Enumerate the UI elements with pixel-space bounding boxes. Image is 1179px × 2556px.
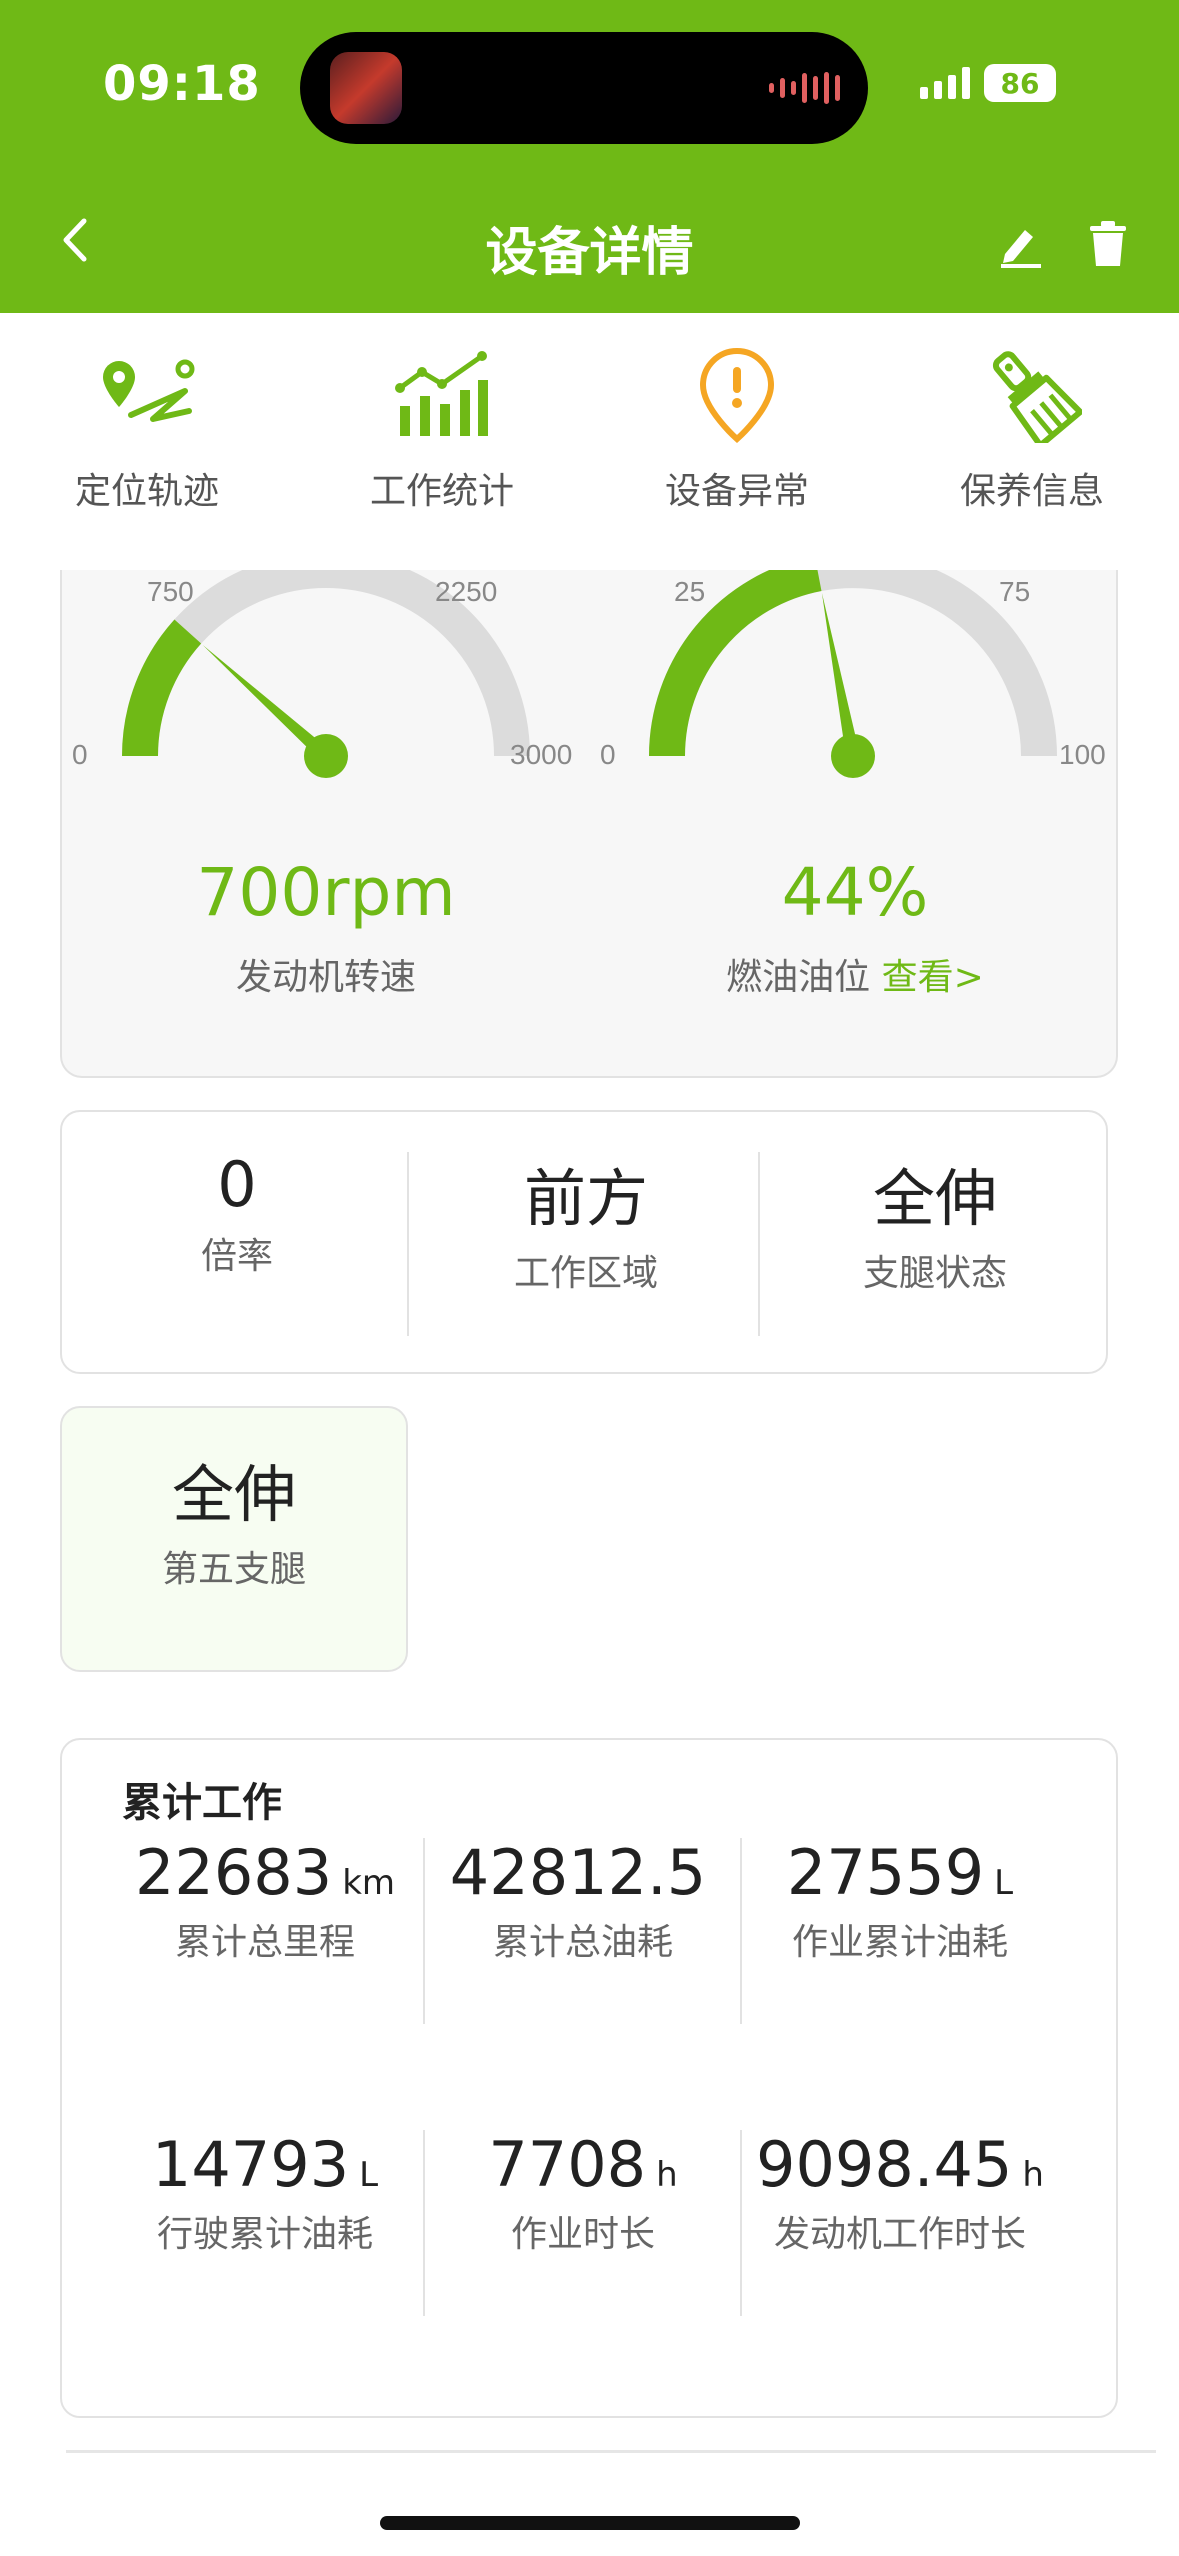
fuel-tick-max: 100 (1059, 739, 1106, 770)
engine-tick-2250: 2250 (435, 576, 497, 607)
fifth-leg-cell: 全伸 第五支腿 (62, 1444, 406, 1592)
fuel-gauge-hub (831, 734, 875, 778)
fuel-gauge-needle (821, 592, 860, 758)
engine-tick-min: 0 (72, 739, 88, 770)
engine-tick-750: 750 (147, 576, 194, 607)
cellular-signal-icon (920, 67, 970, 99)
stat-unit: km (342, 1863, 396, 1903)
stat-total-fuel: 42812.5 累计总油耗 (423, 1836, 743, 1965)
outrigger-status-label: 支腿状态 (862, 1253, 1007, 1294)
status-indicators: 86 (920, 64, 1056, 102)
stat-unit: h (1022, 2155, 1044, 2195)
fuel-level-label-row: 燃油油位 查看> (645, 948, 1065, 1000)
ratio-label: 倍率 (200, 1236, 273, 1277)
fuel-level-value: 44% (781, 854, 929, 931)
trash-icon (1090, 221, 1126, 266)
engine-gauge-fill (122, 619, 202, 757)
quick-action-label: 保养信息 (959, 471, 1104, 512)
stat-label: 发动机工作时长 (773, 2214, 1026, 2255)
quick-action-label: 定位轨迹 (74, 471, 219, 512)
bar-chart-icon (395, 351, 488, 436)
engine-tick-max: 3000 (510, 739, 572, 770)
alert-pin-icon (699, 347, 775, 443)
status-time: 09:18 (103, 56, 261, 112)
fuel-view-link[interactable]: 查看> (882, 957, 984, 998)
fuel-level-label: 燃油油位 (726, 957, 871, 998)
stat-engine-hours: 9098.45 h 发动机工作时长 (740, 2128, 1060, 2257)
quick-action-maintenance[interactable]: 保养信息 (902, 340, 1162, 530)
stat-value: 22683 (134, 1836, 333, 1909)
stat-unit: h (656, 2155, 678, 2195)
gauge-card: 0 750 2250 3000 0 25 75 100 700rpm 发动机转速… (60, 570, 1118, 1078)
edit-button[interactable] (995, 220, 1045, 270)
work-zone-label: 工作区域 (513, 1253, 658, 1294)
stat-driving-fuel: 14793 L 行驶累计油耗 (105, 2128, 425, 2257)
brush-icon (992, 351, 1082, 443)
work-zone-cell: 前方 工作区域 (411, 1148, 761, 1296)
ratio-value: 0 (217, 1148, 257, 1221)
edit-icon (1001, 230, 1041, 268)
bottom-divider (66, 2450, 1156, 2453)
gauges: 0 750 2250 3000 0 25 75 100 (72, 570, 1106, 778)
stat-value: 7708 (488, 2128, 647, 2201)
fuel-tick-min: 0 (600, 739, 616, 770)
stat-value: 14793 (151, 2128, 350, 2201)
engine-gauge-hub (304, 734, 348, 778)
stat-label: 作业累计油耗 (791, 1922, 1008, 1963)
quick-action-work-stats[interactable]: 工作统计 (312, 340, 572, 530)
stat-work-fuel: 27559 L 作业累计油耗 (740, 1836, 1060, 1965)
fifth-leg-label: 第五支腿 (161, 1549, 306, 1590)
ratio-cell: 0 倍率 (62, 1148, 412, 1279)
battery-level: 86 (1000, 66, 1040, 100)
stat-value: 9098.45 (756, 2128, 1013, 2201)
dynamic-island (300, 32, 868, 144)
home-indicator[interactable] (380, 2516, 800, 2530)
quick-action-device-alert[interactable]: 设备异常 (607, 340, 867, 530)
outrigger-status-cell: 全伸 支腿状态 (760, 1148, 1110, 1296)
audio-wave-icon (769, 72, 840, 104)
status-card: 0 倍率 前方 工作区域 全伸 支腿状态 (60, 1110, 1108, 1374)
now-playing-thumbnail[interactable] (330, 52, 402, 124)
quick-action-label: 设备异常 (664, 471, 809, 512)
stat-unit: L (994, 1863, 1014, 1903)
stat-unit: L (359, 2155, 379, 2195)
outrigger-status-value: 全伸 (872, 1162, 997, 1235)
engine-speed-value: 700rpm (196, 854, 456, 931)
stat-total-mileage: 22683 km 累计总里程 (105, 1836, 425, 1965)
quick-action-location-track[interactable]: 定位轨迹 (17, 340, 277, 530)
cumulative-title: 累计工作 (122, 1780, 282, 1826)
fifth-leg-card: 全伸 第五支腿 (60, 1406, 408, 1672)
header-bar: 09:18 86 设备详情 (0, 0, 1179, 313)
stat-label: 作业时长 (510, 2214, 655, 2255)
fuel-tick-25: 25 (674, 576, 705, 607)
stat-value: 27559 (786, 1836, 985, 1909)
location-track-icon (103, 359, 195, 422)
fuel-tick-75: 75 (999, 576, 1030, 607)
stat-label: 累计总里程 (174, 1922, 355, 1963)
stat-work-hours: 7708 h 作业时长 (423, 2128, 743, 2257)
stat-label: 行驶累计油耗 (156, 2214, 373, 2255)
stat-value: 42812.5 (449, 1836, 707, 1909)
fifth-leg-value: 全伸 (171, 1458, 296, 1531)
engine-speed-label: 发动机转速 (235, 957, 416, 998)
battery-icon: 86 (984, 64, 1056, 102)
divider (407, 1152, 409, 1336)
delete-button[interactable] (1088, 220, 1128, 270)
stat-label: 累计总油耗 (492, 1922, 673, 1963)
quick-action-label: 工作统计 (369, 471, 514, 512)
work-zone-value: 前方 (523, 1162, 648, 1235)
